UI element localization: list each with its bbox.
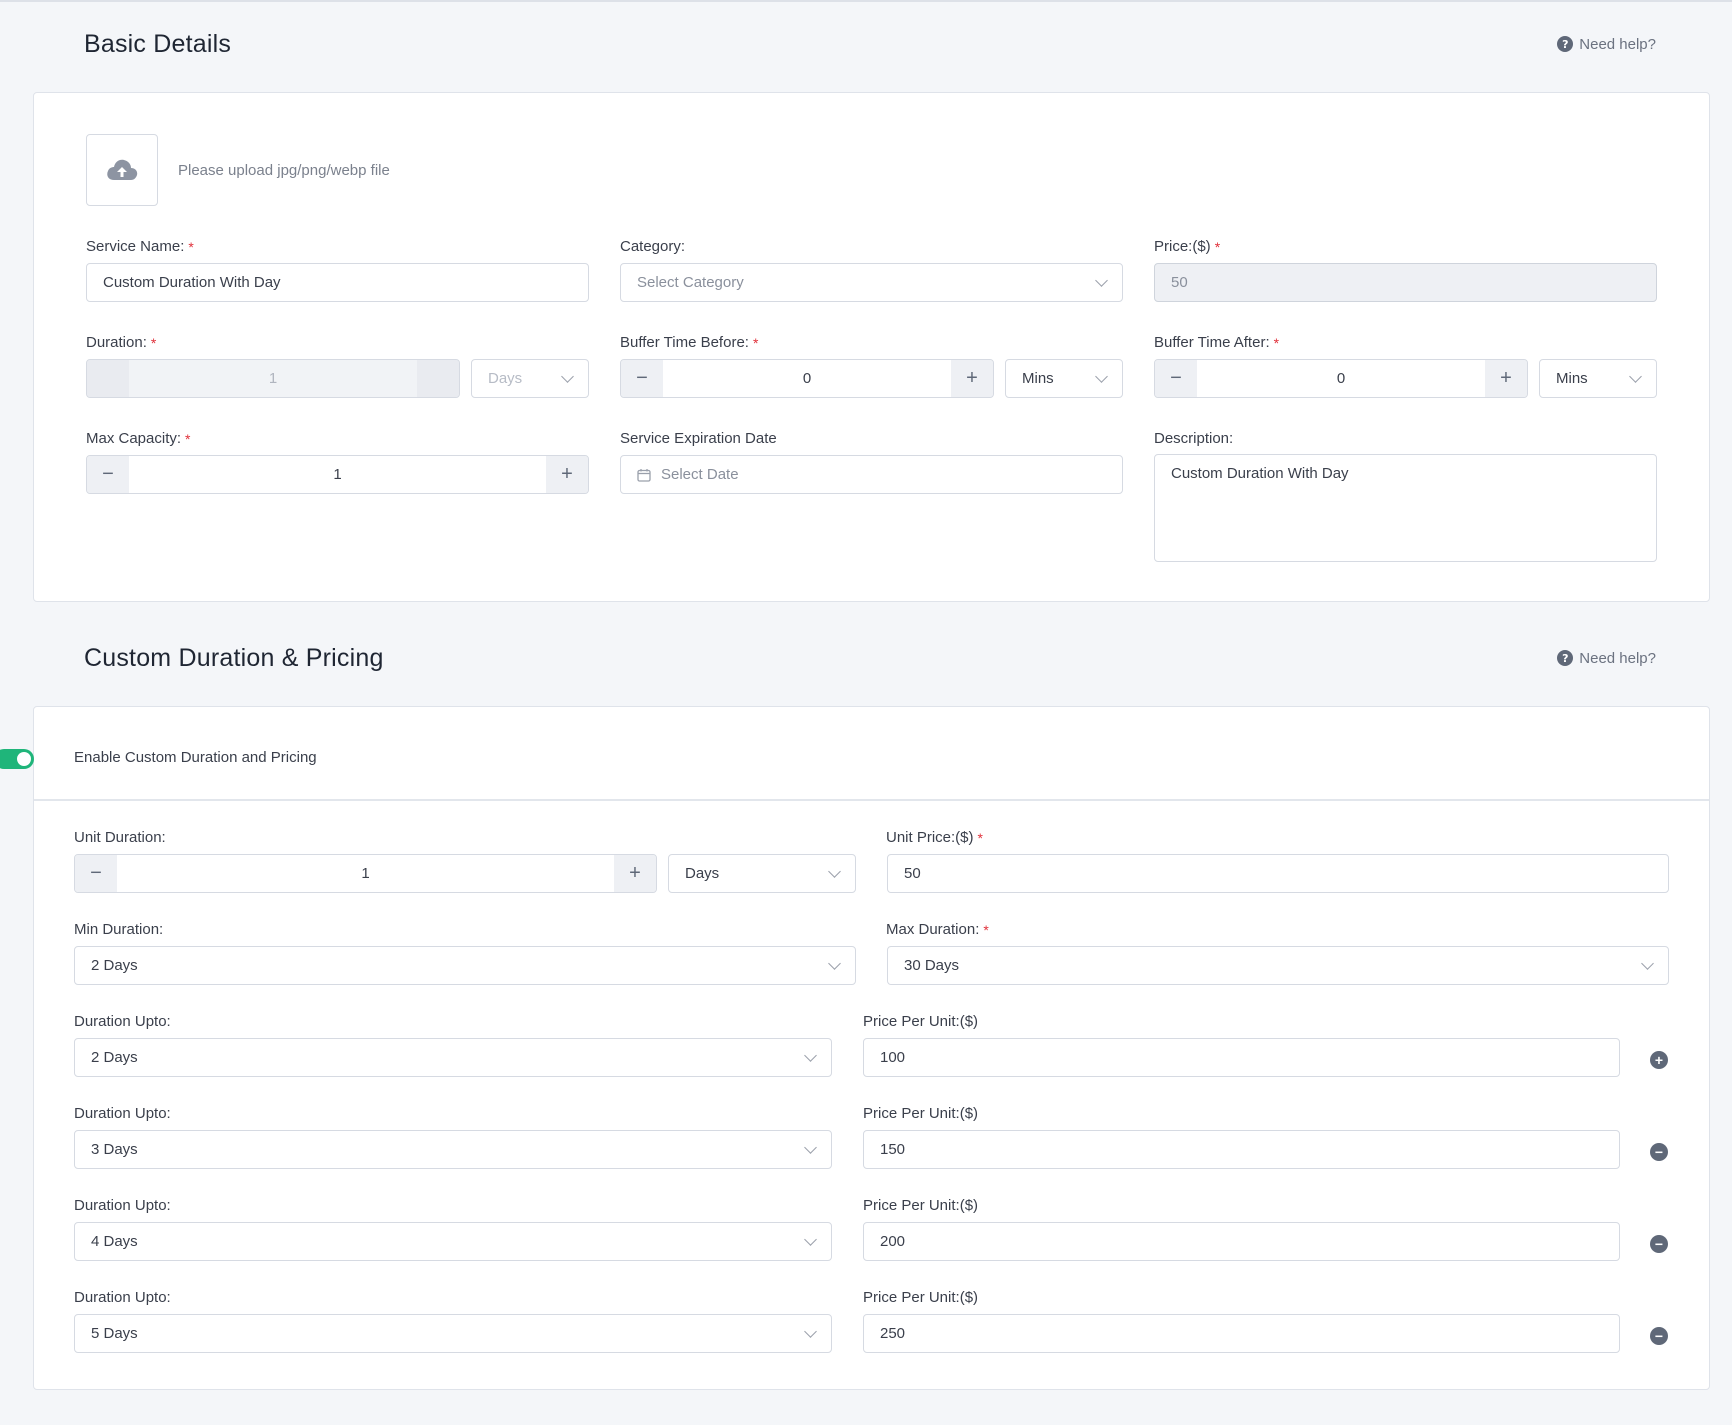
minus-icon: −: [1654, 1144, 1664, 1160]
duration-decrement-button[interactable]: −: [87, 360, 129, 397]
description-label: Description:: [1154, 430, 1234, 447]
basic-details-title: Basic Details: [84, 29, 232, 58]
buffer-before-unit-select[interactable]: Mins: [1005, 359, 1123, 398]
duration-label: Duration: *: [86, 334, 157, 351]
remove-tier-button[interactable]: −: [1650, 1143, 1668, 1161]
toggle-knob: [17, 752, 31, 766]
custom-duration-title: Custom Duration & Pricing: [84, 643, 384, 672]
chevron-down-icon: [1629, 369, 1642, 383]
custom-duration-card: Enable Custom Duration and Pricing Unit …: [0, 706, 1710, 1390]
price-per-unit-input[interactable]: 150: [863, 1130, 1620, 1169]
chevron-down-icon: [804, 1232, 817, 1246]
description-textarea[interactable]: Custom Duration With Day: [1154, 454, 1657, 562]
cloud-upload-icon: [107, 159, 138, 180]
minus-icon: −: [1654, 1236, 1664, 1252]
price-input[interactable]: 50: [1154, 263, 1657, 302]
service-name-label: Service Name: *: [86, 238, 194, 255]
max-duration-label: Max Duration: *: [886, 921, 989, 938]
chevron-down-icon: [804, 1140, 817, 1154]
unit-duration-unit-select[interactable]: Days: [668, 854, 856, 893]
unit-duration-stepper[interactable]: − 1 +: [74, 854, 657, 893]
add-tier-button[interactable]: +: [1650, 1051, 1668, 1069]
need-help-link[interactable]: ? Need help?: [1557, 36, 1656, 53]
price-per-unit-input[interactable]: 200: [863, 1222, 1620, 1261]
price-per-unit-input[interactable]: 100: [863, 1038, 1620, 1077]
enable-custom-label: Enable Custom Duration and Pricing: [74, 749, 317, 766]
chevron-down-icon: [828, 956, 841, 970]
upload-hint: Please upload jpg/png/webp file: [178, 161, 390, 179]
minus-icon: −: [1654, 1328, 1664, 1344]
category-select[interactable]: Select Category: [620, 263, 1123, 302]
buffer-before-decrement-button[interactable]: −: [621, 360, 663, 397]
buffer-after-unit-select[interactable]: Mins: [1539, 359, 1657, 398]
duration-upto-label: Duration Upto:: [74, 1013, 171, 1030]
duration-upto-label: Duration Upto:: [74, 1197, 171, 1214]
need-help-link[interactable]: ? Need help?: [1557, 650, 1656, 667]
unit-duration-increment-button[interactable]: +: [614, 855, 656, 892]
card-divider: [34, 799, 1709, 801]
chevron-down-icon: [804, 1048, 817, 1062]
duration-stepper[interactable]: − 1 +: [86, 359, 460, 398]
duration-upto-select[interactable]: 4 Days: [74, 1222, 832, 1261]
basic-details-card: Please upload jpg/png/webp file Service …: [33, 92, 1710, 602]
max-capacity-stepper[interactable]: − 1 +: [86, 455, 589, 494]
upload-button[interactable]: [86, 134, 158, 206]
category-label: Category:: [620, 238, 686, 255]
max-capacity-decrement-button[interactable]: −: [87, 456, 129, 493]
duration-upto-select[interactable]: 3 Days: [74, 1130, 832, 1169]
max-capacity-increment-button[interactable]: +: [546, 456, 588, 493]
custom-duration-header: Custom Duration & Pricing ? Need help?: [84, 638, 1656, 678]
buffer-after-label: Buffer Time After: *: [1154, 334, 1280, 351]
price-per-unit-label: Price Per Unit:($): [863, 1289, 979, 1306]
buffer-after-stepper[interactable]: − 0 +: [1154, 359, 1528, 398]
unit-duration-decrement-button[interactable]: −: [75, 855, 117, 892]
chevron-down-icon: [1095, 369, 1108, 383]
buffer-after-decrement-button[interactable]: −: [1155, 360, 1197, 397]
unit-duration-label: Unit Duration:: [74, 829, 166, 846]
chevron-down-icon: [1095, 273, 1108, 287]
service-name-input[interactable]: Custom Duration With Day: [86, 263, 589, 302]
duration-increment-button[interactable]: +: [417, 360, 459, 397]
duration-unit-select[interactable]: Days: [471, 359, 589, 398]
unit-price-label: Unit Price:($) *: [886, 829, 983, 846]
buffer-after-increment-button[interactable]: +: [1485, 360, 1527, 397]
max-capacity-label: Max Capacity: *: [86, 430, 191, 447]
buffer-before-stepper[interactable]: − 0 +: [620, 359, 994, 398]
remove-tier-button[interactable]: −: [1650, 1327, 1668, 1345]
max-duration-select[interactable]: 30 Days: [887, 946, 1669, 985]
duration-upto-select[interactable]: 5 Days: [74, 1314, 832, 1353]
chevron-down-icon: [828, 864, 841, 878]
price-per-unit-label: Price Per Unit:($): [863, 1197, 979, 1214]
expiration-date-input[interactable]: Select Date: [620, 455, 1123, 494]
price-per-unit-input[interactable]: 250: [863, 1314, 1620, 1353]
need-help-label: Need help?: [1579, 649, 1656, 667]
image-upload: Please upload jpg/png/webp file: [86, 134, 390, 206]
enable-custom-toggle[interactable]: [0, 749, 34, 769]
price-per-unit-label: Price Per Unit:($): [863, 1013, 979, 1030]
remove-tier-button[interactable]: −: [1650, 1235, 1668, 1253]
min-duration-label: Min Duration:: [74, 921, 164, 938]
need-help-label: Need help?: [1579, 35, 1656, 53]
buffer-before-increment-button[interactable]: +: [951, 360, 993, 397]
plus-icon: +: [1654, 1052, 1664, 1068]
duration-upto-label: Duration Upto:: [74, 1289, 171, 1306]
basic-details-header: Basic Details ? Need help?: [84, 24, 1656, 64]
expiration-label: Service Expiration Date: [620, 430, 777, 447]
price-per-unit-label: Price Per Unit:($): [863, 1105, 979, 1122]
price-label: Price:($) *: [1154, 238, 1221, 255]
calendar-icon: [637, 468, 651, 482]
chevron-down-icon: [804, 1324, 817, 1338]
chevron-down-icon: [1641, 956, 1654, 970]
buffer-before-label: Buffer Time Before: *: [620, 334, 759, 351]
chevron-down-icon: [561, 369, 574, 383]
question-icon: ?: [1557, 650, 1574, 666]
unit-price-input[interactable]: 50: [887, 854, 1669, 893]
duration-upto-select[interactable]: 2 Days: [74, 1038, 832, 1077]
question-icon: ?: [1557, 36, 1574, 52]
min-duration-select[interactable]: 2 Days: [74, 946, 856, 985]
duration-upto-label: Duration Upto:: [74, 1105, 171, 1122]
